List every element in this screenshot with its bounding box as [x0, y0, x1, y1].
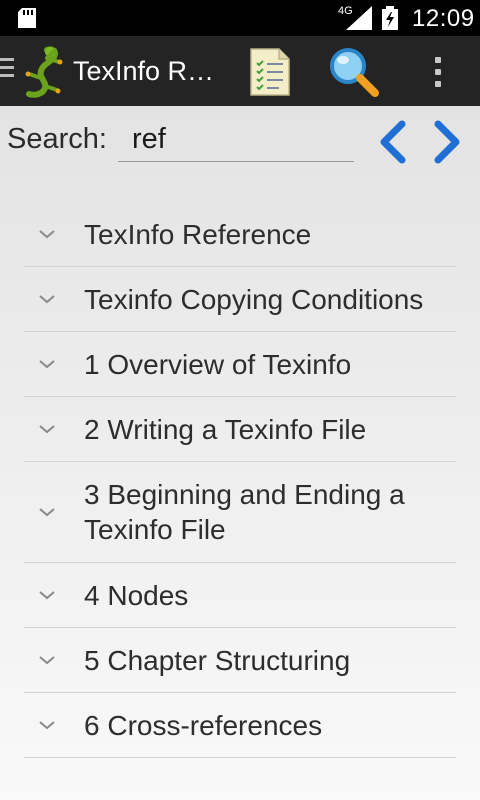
chevron-down-icon[interactable] [36, 227, 58, 241]
toc-item[interactable]: 3 Beginning and Ending a Texinfo File [24, 462, 456, 563]
toc-item[interactable]: 5 Chapter Structuring [24, 628, 456, 693]
signal-icon [346, 6, 372, 30]
toc-item[interactable]: 1 Overview of Texinfo [24, 332, 456, 397]
toc-item-label: 4 Nodes [84, 579, 189, 611]
toc-item-label: 6 Cross-references [84, 709, 323, 741]
clock: 12:09 [412, 5, 475, 32]
toc-list: TexInfo Reference Texinfo Copying Condit… [24, 202, 456, 758]
toc-item-label: 2 Writing a Texinfo File [84, 413, 367, 445]
chevron-down-icon[interactable] [36, 505, 58, 519]
search-button[interactable] [322, 42, 386, 102]
toc-item-label: 5 Chapter Structuring [84, 644, 351, 676]
toc-item[interactable]: 6 Cross-references [24, 693, 456, 758]
chevron-down-icon[interactable] [36, 653, 58, 667]
toc-item[interactable]: 4 Nodes [24, 563, 456, 628]
content-area: Search: TexInfo Reference Texinfo Copyin… [0, 106, 480, 800]
gecko-logo-icon[interactable] [17, 44, 69, 98]
status-bar: 4G 12:09 [0, 0, 480, 36]
toc-item-label: 3 Beginning and Ending a Texinfo File [84, 479, 405, 545]
chevron-right-icon[interactable] [426, 112, 470, 172]
chevron-down-icon[interactable] [36, 357, 58, 371]
sd-card-icon [18, 8, 36, 28]
app-title: TexInfo R… [73, 56, 215, 86]
search-input[interactable] [118, 118, 354, 162]
table-of-contents-button[interactable] [240, 42, 300, 102]
chevron-down-icon[interactable] [36, 422, 58, 436]
search-label: Search: [7, 123, 107, 155]
chevron-down-icon[interactable] [36, 588, 58, 602]
menu-icon[interactable] [0, 58, 16, 82]
toc-item-label: 1 Overview of Texinfo [84, 348, 352, 380]
chevron-down-icon[interactable] [36, 292, 58, 306]
search-icon [330, 48, 379, 97]
action-bar: TexInfo R… [0, 36, 480, 106]
chevron-left-icon[interactable] [372, 112, 416, 172]
toc-item[interactable]: TexInfo Reference [24, 202, 456, 267]
toc-item[interactable]: 2 Writing a Texinfo File [24, 397, 456, 462]
chevron-down-icon[interactable] [36, 718, 58, 732]
battery-icon [382, 6, 398, 30]
table-of-contents-icon [250, 48, 290, 96]
toc-item-label: Texinfo Copying Conditions [84, 283, 424, 315]
toc-item-label: TexInfo Reference [84, 218, 312, 250]
overflow-menu-icon[interactable] [420, 46, 456, 98]
toc-item[interactable]: Texinfo Copying Conditions [24, 267, 456, 332]
